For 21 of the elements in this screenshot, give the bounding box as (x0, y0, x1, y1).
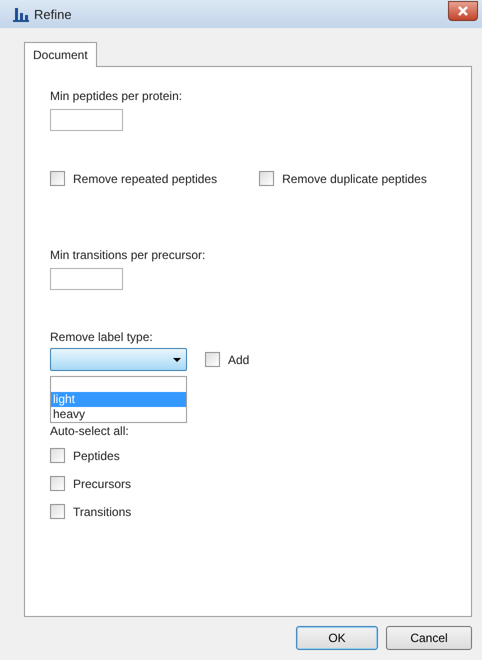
field-label: Remove label type: (50, 330, 154, 344)
checkbox[interactable]: Peptides (50, 448, 120, 463)
tab[interactable]: Document (24, 42, 97, 67)
close-icon (457, 6, 469, 16)
input-field[interactable] (50, 109, 123, 131)
section-label: Auto-select all: (50, 424, 130, 438)
cancel-button[interactable]: Cancel (386, 626, 472, 650)
dropdown[interactable] (50, 348, 187, 371)
field-label: Min transitions per precursor: (50, 248, 206, 262)
caret-icon (173, 358, 181, 362)
window-title: Refine (34, 6, 73, 22)
checkbox[interactable]: Precursors (50, 476, 132, 491)
app-icon (12, 6, 30, 22)
checkbox[interactable]: Add (205, 352, 250, 367)
input-field[interactable] (50, 268, 123, 290)
checkbox[interactable]: Remove repeated peptides (50, 171, 218, 186)
ok-button[interactable]: OK (296, 626, 378, 650)
checkbox[interactable]: Remove duplicate peptides (259, 171, 427, 186)
field-label: Min peptides per protein: (50, 89, 184, 103)
close-button[interactable] (448, 1, 478, 21)
checkbox[interactable]: Transitions (50, 504, 132, 519)
